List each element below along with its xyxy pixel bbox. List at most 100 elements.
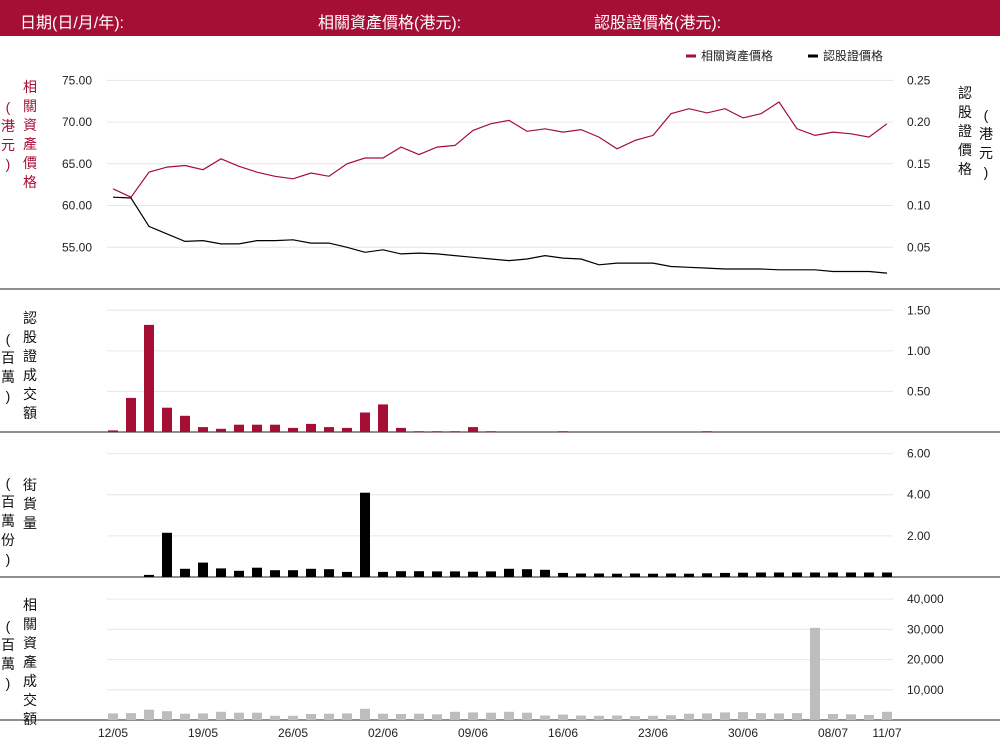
- outstanding-bar: [828, 572, 838, 577]
- underlying-turnover-bar: [180, 713, 190, 720]
- warrant-turnover-bar: [234, 424, 244, 432]
- warrant-turnover-bar: [144, 324, 154, 432]
- underlying-turnover-bar: [738, 712, 748, 720]
- outstanding-bar: [324, 569, 334, 577]
- underlying-turnover-bar: [450, 711, 460, 720]
- warrant-turnover-bar: [414, 431, 424, 433]
- underlying-turnover-bar: [378, 713, 388, 720]
- outstanding-bar: [378, 571, 388, 577]
- underlying-turnover-bar: [144, 709, 154, 720]
- underlying-turnover-bar: [522, 712, 532, 720]
- underlying-turnover-tick-label: 40,000: [907, 592, 944, 606]
- underlying-turnover-bar: [432, 714, 442, 720]
- outstanding-bar: [198, 562, 208, 577]
- legend-warrant-label: 認股證價格: [823, 48, 883, 63]
- left-price-tick-label: 55.00: [62, 240, 92, 254]
- outstanding-bar: [414, 571, 424, 577]
- warrant-turnover-bar: [486, 431, 496, 433]
- underlying-turnover-bar: [414, 713, 424, 720]
- outstanding-bar: [810, 572, 820, 577]
- outstanding-bar: [702, 573, 712, 577]
- warrant-turnover-bar: [360, 412, 370, 432]
- x-tick-label: 26/05: [278, 726, 308, 740]
- warrant-turnover-bar: [342, 427, 352, 432]
- x-tick-label: 08/07: [818, 726, 848, 740]
- underlying-turnover-bar: [234, 712, 244, 720]
- underlying-turnover-bar: [504, 711, 514, 720]
- outstanding-bar: [846, 572, 856, 577]
- outstanding-bar: [252, 567, 262, 577]
- warrant-turnover-bar: [702, 431, 712, 433]
- underlying-turnover-tick-label: 10,000: [907, 683, 944, 697]
- outstanding-bar: [468, 571, 478, 577]
- x-tick-label: 12/05: [98, 726, 128, 740]
- underlying-turnover-tick-label: 20,000: [907, 653, 944, 667]
- outstanding-bar: [630, 573, 640, 577]
- outstanding-bar: [738, 572, 748, 577]
- outstanding-bar: [180, 568, 190, 577]
- underlying-turnover-bar: [792, 713, 802, 720]
- underlying-turnover-bar: [666, 715, 676, 720]
- warrant-turnover-bar: [216, 428, 226, 432]
- outstanding-bar: [666, 573, 676, 577]
- warrant-turnover-bar: [468, 427, 478, 432]
- underlying-turnover-bar: [126, 713, 136, 720]
- x-tick-label: 30/06: [728, 726, 758, 740]
- outstanding-bar: [756, 572, 766, 577]
- left-price-tick-label: 60.00: [62, 199, 92, 213]
- underlying-turnover-bar: [252, 712, 262, 720]
- outstanding-bar: [216, 568, 226, 577]
- underlying-turnover-bar: [576, 715, 586, 720]
- outstanding-bar: [144, 574, 154, 577]
- underlying-turnover-bar: [612, 715, 622, 720]
- underlying-turnover-bar: [594, 715, 604, 720]
- outstanding-bar: [234, 570, 244, 577]
- outstanding-bar: [522, 569, 532, 577]
- outstanding-tick-label: 2.00: [907, 529, 931, 543]
- outstanding-bar: [306, 568, 316, 577]
- underlying-turnover-bar: [270, 715, 280, 720]
- left-price-tick-label: 70.00: [62, 115, 92, 129]
- warrant-turnover-bar: [432, 431, 442, 433]
- outstanding-bar: [720, 572, 730, 577]
- underlying-turnover-bar: [828, 714, 838, 720]
- underlying-turnover-bar: [648, 715, 658, 720]
- warrant-turnover-tick-label: 1.50: [907, 303, 931, 317]
- underlying-turnover-bar: [198, 713, 208, 720]
- date-label: 日期(日/月/年):: [20, 15, 124, 32]
- underlying-turnover-bar: [396, 714, 406, 720]
- underlying-turnover-bar: [756, 713, 766, 720]
- right-price-tick-label: 0.15: [907, 157, 931, 171]
- underlying-turnover-bar: [720, 712, 730, 720]
- right-price-tick-label: 0.10: [907, 199, 931, 213]
- outstanding-bar: [792, 572, 802, 577]
- warrant-turnover-bar: [288, 427, 298, 432]
- underlying-turnover-bar: [306, 714, 316, 720]
- outstanding-bar: [648, 573, 658, 577]
- outstanding-bar: [612, 573, 622, 577]
- outstanding-bar: [684, 573, 694, 577]
- underlying-turnover-bar: [774, 713, 784, 720]
- warrant-turnover-bar: [306, 423, 316, 432]
- underlying-turnover-bar: [108, 713, 118, 720]
- x-tick-label: 09/06: [458, 726, 488, 740]
- x-tick-label: 11/07: [872, 726, 901, 740]
- underlying-turnover-tick-label: 30,000: [907, 622, 944, 636]
- left-price-tick-label: 75.00: [62, 73, 92, 87]
- legend-underlying-label: 相關資產價格: [701, 48, 773, 63]
- warrant-turnover-bar: [270, 424, 280, 432]
- underlying-turnover-bar: [468, 712, 478, 720]
- underlying-turnover-bar: [288, 715, 298, 720]
- outstanding-bar: [864, 572, 874, 577]
- warrant-turnover-tick-label: 0.50: [907, 384, 931, 398]
- outstanding-bar: [486, 571, 496, 577]
- outstanding-bar: [540, 569, 550, 577]
- warrant-turnover-bar: [558, 431, 568, 433]
- left-price-tick-label: 65.00: [62, 157, 92, 171]
- outstanding-bar: [558, 572, 568, 577]
- underlying-turnover-bar: [882, 711, 892, 720]
- underlying-turnover-bar: [324, 713, 334, 720]
- warrant-turnover-bar: [252, 424, 262, 432]
- outstanding-tick-label: 6.00: [907, 447, 931, 461]
- underlying-turnover-bar: [702, 713, 712, 720]
